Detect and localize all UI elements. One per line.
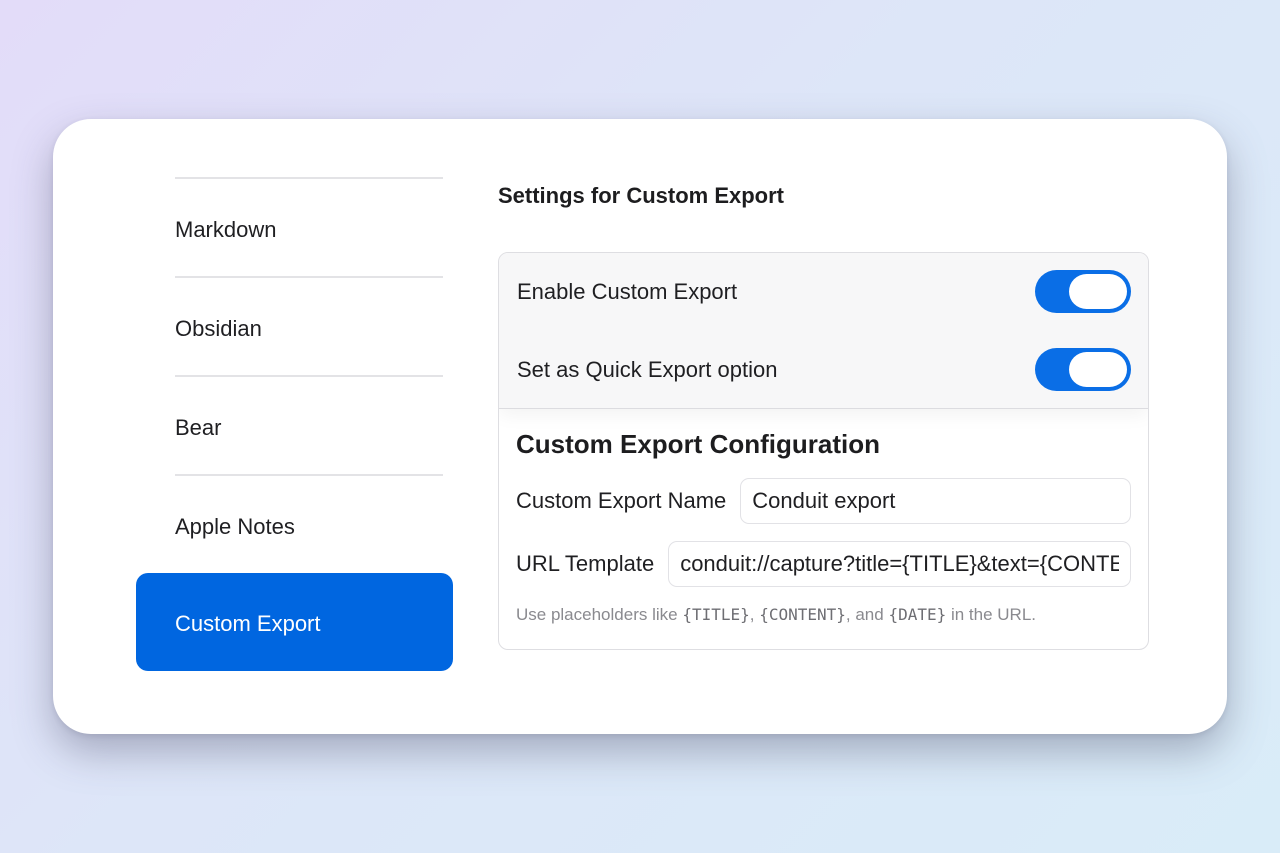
enable-custom-export-row: Enable Custom Export <box>499 253 1148 331</box>
toggle-label: Enable Custom Export <box>517 279 738 304</box>
hint-text: , and <box>845 605 889 624</box>
export-name-label: Custom Export Name <box>516 488 727 513</box>
config-section: Custom Export Configuration Custom Expor… <box>499 409 1148 625</box>
page-title: Settings for Custom Export <box>498 183 785 208</box>
sidebar-item-bear[interactable]: Bear <box>175 375 443 474</box>
placeholder-hint: Use placeholders like {TITLE}, {CONTENT}… <box>516 605 1131 625</box>
settings-card: Markdown Obsidian Bear Apple Notes Custo… <box>53 119 1227 734</box>
hint-text: in the URL. <box>946 605 1037 624</box>
toggle-knob <box>1069 352 1127 387</box>
sidebar-item-apple-notes[interactable]: Apple Notes <box>175 474 443 573</box>
placeholder-title: {TITLE} <box>682 605 750 624</box>
url-template-field[interactable] <box>668 541 1131 587</box>
export-name-row: Custom Export Name <box>516 478 1131 524</box>
quick-export-toggle[interactable] <box>1035 348 1131 391</box>
sidebar-item-label: Markdown <box>175 216 277 242</box>
sidebar-item-markdown[interactable]: Markdown <box>175 177 443 276</box>
toggle-label: Set as Quick Export option <box>517 357 778 382</box>
sidebar-item-obsidian[interactable]: Obsidian <box>175 276 443 375</box>
url-template-label: URL Template <box>516 551 655 576</box>
sidebar-item-custom-export[interactable]: Custom Export <box>136 573 453 671</box>
sidebar-item-label: Apple Notes <box>175 513 295 539</box>
hint-text: Use placeholders like <box>516 605 683 624</box>
sidebar: Markdown Obsidian Bear Apple Notes Custo… <box>136 177 453 671</box>
url-template-row: URL Template <box>516 541 1131 587</box>
sidebar-item-label: Obsidian <box>175 315 262 341</box>
placeholder-date: {DATE} <box>888 605 947 624</box>
sidebar-item-label: Custom Export <box>175 611 321 636</box>
enable-custom-export-toggle[interactable] <box>1035 270 1131 313</box>
toggle-section: Enable Custom Export Set as Quick Export… <box>499 253 1148 409</box>
settings-group: Enable Custom Export Set as Quick Export… <box>498 252 1149 650</box>
config-title: Custom Export Configuration <box>516 429 880 459</box>
export-name-field[interactable] <box>740 478 1131 524</box>
placeholder-content: {CONTENT} <box>759 605 846 624</box>
sidebar-item-label: Bear <box>175 414 222 440</box>
hint-text: , <box>749 605 760 624</box>
quick-export-row: Set as Quick Export option <box>499 331 1148 409</box>
toggle-knob <box>1069 274 1127 309</box>
